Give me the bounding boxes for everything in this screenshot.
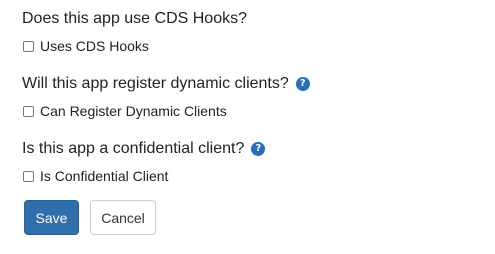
question-circle-icon[interactable]: ? (251, 142, 266, 156)
cds-hooks-group: Does this app use CDS Hooks? Uses CDS Ho… (22, 8, 482, 55)
confidential-client-group: Is this app a confidential client? ? Is … (22, 138, 482, 185)
confidential-client-option[interactable]: Is Confidential Client (22, 167, 482, 185)
uses-cds-hooks-checkbox[interactable] (23, 40, 34, 52)
cancel-button[interactable]: Cancel (90, 200, 156, 235)
confidential-client-question: Is this app a confidential client? ? (22, 138, 482, 160)
uses-cds-hooks-label[interactable]: Uses CDS Hooks (40, 38, 149, 54)
dynamic-clients-question: Will this app register dynamic clients? … (22, 73, 482, 95)
save-button[interactable]: Save (24, 200, 79, 235)
question-circle-icon[interactable]: ? (295, 77, 310, 91)
confidential-client-checkbox[interactable] (23, 170, 34, 182)
register-dynamic-clients-option[interactable]: Can Register Dynamic Clients (22, 102, 482, 120)
confidential-client-label[interactable]: Is Confidential Client (40, 168, 168, 184)
register-dynamic-clients-checkbox[interactable] (23, 105, 34, 117)
confidential-client-question-text: Is this app a confidential client? (22, 140, 245, 157)
register-dynamic-clients-label[interactable]: Can Register Dynamic Clients (40, 103, 227, 119)
dynamic-clients-question-text: Will this app register dynamic clients? (22, 75, 289, 92)
cds-hooks-question-text: Does this app use CDS Hooks? (22, 10, 247, 27)
form-actions: Save Cancel (24, 200, 156, 235)
uses-cds-hooks-option[interactable]: Uses CDS Hooks (22, 37, 482, 55)
cds-hooks-question: Does this app use CDS Hooks? (22, 8, 482, 30)
dynamic-clients-group: Will this app register dynamic clients? … (22, 73, 482, 120)
